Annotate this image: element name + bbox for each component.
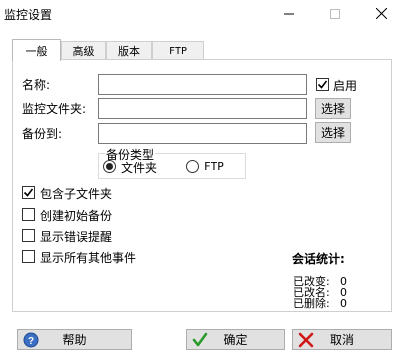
name-input[interactable]	[98, 74, 307, 95]
tab-ftp-label: FTP	[168, 45, 188, 57]
enable-label: 启用	[333, 79, 358, 93]
tab-version-label: 版本	[118, 45, 140, 58]
help-button[interactable]: ? 帮助	[17, 329, 132, 350]
initial-backup-label: 创建初始备份	[40, 209, 113, 223]
close-button[interactable]	[358, 0, 404, 30]
stat-deleted-value: 0	[340, 297, 347, 310]
backup-type-ftp-radio[interactable]	[186, 160, 199, 173]
tab-general[interactable]: 一般	[12, 39, 61, 61]
checkmark-icon	[317, 80, 328, 89]
help-icon: ?	[23, 332, 39, 348]
monitor-folder-browse-label: 选择	[320, 102, 345, 116]
radio-selected-dot	[106, 163, 113, 170]
monitor-folder-input[interactable]	[98, 98, 307, 119]
red-x-icon	[298, 332, 314, 348]
tab-general-label: 一般	[25, 44, 48, 58]
title-bar: 监控设置	[0, 0, 404, 30]
green-check-icon	[192, 332, 208, 348]
backup-type-folder-label: 文件夹	[121, 161, 158, 175]
backup-type-folder-radio[interactable]	[103, 160, 116, 173]
tab-advanced[interactable]: 高级	[61, 41, 106, 60]
session-stats-title: 会话统计:	[292, 252, 345, 266]
show-all-events-label: 显示所有其他事件	[40, 251, 137, 265]
include-subfolders-label: 包含子文件夹	[40, 187, 113, 201]
minimize-button[interactable]	[266, 0, 312, 30]
enable-checkbox[interactable]	[316, 78, 329, 91]
show-all-events-checkbox[interactable]	[22, 250, 35, 263]
maximize-button[interactable]	[312, 0, 358, 30]
monitor-folder-label: 监控文件夹:	[22, 102, 87, 116]
stat-deleted-label: 已删除:	[293, 297, 330, 310]
backup-to-label: 备份到:	[22, 127, 63, 141]
close-icon	[375, 7, 387, 22]
initial-backup-checkbox[interactable]	[22, 208, 35, 221]
tab-ftp[interactable]: FTP	[152, 41, 204, 60]
minimize-icon	[284, 8, 294, 22]
cancel-button[interactable]: 取消	[292, 329, 392, 350]
tab-advanced-label: 高级	[72, 45, 95, 58]
show-error-alert-label: 显示错误提醒	[40, 230, 113, 244]
monitor-folder-browse-button[interactable]: 选择	[315, 98, 351, 119]
window-title: 监控设置	[4, 8, 53, 22]
show-error-alert-checkbox[interactable]	[22, 229, 35, 242]
maximize-icon	[330, 8, 340, 22]
checkmark-icon	[23, 188, 34, 197]
name-label: 名称:	[22, 78, 51, 92]
ok-button[interactable]: 确定	[186, 329, 285, 350]
backup-to-browse-label: 选择	[320, 126, 345, 140]
include-subfolders-checkbox[interactable]	[22, 186, 35, 199]
backup-to-browse-button[interactable]: 选择	[315, 122, 351, 143]
backup-type-ftp-label: FTP	[204, 160, 224, 173]
svg-text:?: ?	[28, 336, 34, 347]
tab-version[interactable]: 版本	[106, 41, 152, 60]
backup-to-input[interactable]	[98, 123, 307, 144]
